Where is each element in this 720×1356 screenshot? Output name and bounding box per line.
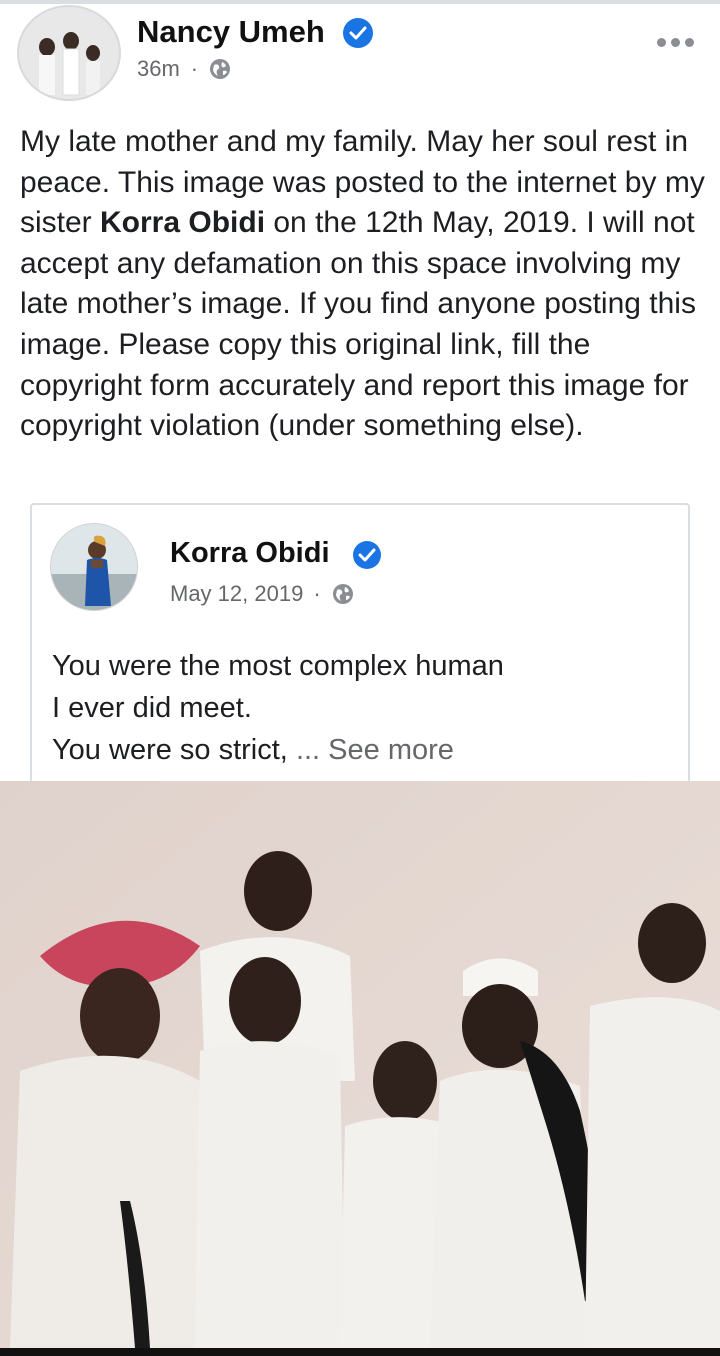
author-name[interactable]: Nancy Umeh bbox=[137, 14, 325, 50]
shared-author-avatar[interactable] bbox=[50, 523, 138, 611]
shared-post-meta: May 12, 2019 · bbox=[170, 581, 355, 607]
post-body: My late mother and my family. May her so… bbox=[20, 122, 710, 447]
verified-badge-icon bbox=[343, 18, 373, 48]
shared-post-date[interactable]: May 12, 2019 bbox=[170, 581, 303, 607]
see-more-link[interactable]: ... See more bbox=[296, 734, 454, 766]
post-meta: 36m · bbox=[137, 56, 232, 82]
shared-text-line: You were the most complex human bbox=[52, 650, 504, 682]
shared-post-card[interactable]: Korra Obidi May 12, 2019 · You were the … bbox=[30, 503, 690, 783]
author-avatar[interactable] bbox=[17, 5, 121, 101]
shared-text-line: I ever did meet. bbox=[52, 692, 252, 724]
globe-icon bbox=[210, 59, 231, 79]
meta-separator: · bbox=[190, 56, 199, 81]
bottom-bar bbox=[0, 1348, 720, 1356]
post-header: Nancy Umeh 36m · bbox=[0, 0, 720, 110]
post-time[interactable]: 36m bbox=[137, 56, 180, 82]
more-options-icon[interactable] bbox=[657, 38, 694, 47]
shared-photo[interactable] bbox=[0, 781, 720, 1348]
shared-author-name[interactable]: Korra Obidi bbox=[170, 537, 330, 570]
shared-text-line3: You were so strict, bbox=[52, 734, 296, 766]
post-text-part2: on the 12th May, 2019. I will not accept… bbox=[20, 206, 696, 443]
shared-text-line: You were so strict, ... See more bbox=[52, 729, 682, 771]
mention-link[interactable]: Korra Obidi bbox=[100, 206, 265, 239]
shared-post-body: You were the most complex human I ever d… bbox=[52, 645, 682, 771]
verified-badge-icon bbox=[353, 541, 381, 569]
meta-separator: · bbox=[313, 581, 321, 606]
globe-icon bbox=[332, 584, 353, 604]
